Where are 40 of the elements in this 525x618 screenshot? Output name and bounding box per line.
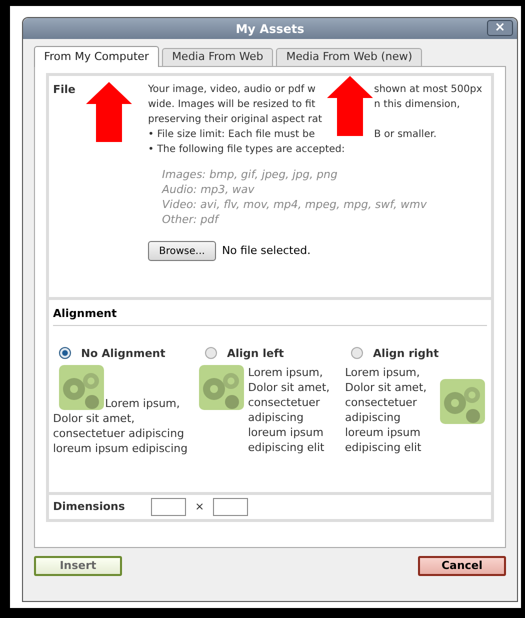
description-text: n this dimension, <box>374 98 460 112</box>
gears-icon <box>440 378 485 424</box>
section-label: File <box>53 83 76 96</box>
file-type-text: Other: pdf <box>162 212 220 227</box>
width-field[interactable] <box>151 498 186 516</box>
sample-text: Lorem ipsum, Dolor sit amet, consectetuer adipiscing loreum ipsum edipiscing elit <box>248 364 331 454</box>
sample-text: Lorem ipsum, Dolor sit amet, consectetuer adipiscing loreum ipsum edipiscing elit <box>345 364 428 454</box>
height-field[interactable] <box>213 498 248 516</box>
times-sign: × <box>195 498 204 515</box>
description-text: shown at most 500px <box>374 83 482 97</box>
description-text: wide. Images will be resized to fit <box>148 99 316 110</box>
option-label: Align right <box>373 346 439 360</box>
option-label: No Alignment <box>81 346 166 360</box>
description-text: preserving their original aspect rat <box>148 114 322 125</box>
option-label: Align left <box>227 346 284 360</box>
file-type-text: Video: avi, flv, mov, mp4, mpeg, mpg, swf, wmv <box>162 197 428 212</box>
radio-button[interactable] <box>205 347 217 359</box>
cancel-button[interactable]: Cancel <box>418 556 506 576</box>
tab[interactable]: Media From Web <box>162 48 274 66</box>
insert-button[interactable]: Insert <box>34 556 122 576</box>
description-text: Your image, video, audio or pdf w <box>148 84 316 95</box>
section-label: Alignment <box>53 306 487 326</box>
description-text: B or smaller. <box>374 128 437 142</box>
section-label: Dimensions <box>53 498 126 515</box>
gears-icon <box>59 364 104 410</box>
file-type-text: Images: bmp, gif, jpeg, jpg, png <box>162 167 339 182</box>
tab[interactable]: From My Computer <box>34 46 159 67</box>
gears-icon <box>199 364 244 410</box>
file-type-text: Audio: mp3, wav <box>162 182 256 197</box>
file-status: No file selected. <box>222 242 311 259</box>
up-arrow-drawing <box>327 76 373 136</box>
up-arrow-drawing <box>86 82 132 142</box>
browse-button[interactable]: Browse... <box>148 241 216 261</box>
window-title: My Assets <box>236 20 304 38</box>
radio-button[interactable] <box>59 347 71 359</box>
radio-button[interactable] <box>351 347 363 359</box>
description-text: • File size limit: Each file must be <box>148 129 316 140</box>
sample-text: Lorem ipsum, Dolor sit amet, consectetuer adipiscing loreum ipsum edipiscing <box>53 396 189 456</box>
tab[interactable]: Media From Web (new) <box>276 48 422 66</box>
description-text: • The following file types are accepted: <box>148 144 345 155</box>
